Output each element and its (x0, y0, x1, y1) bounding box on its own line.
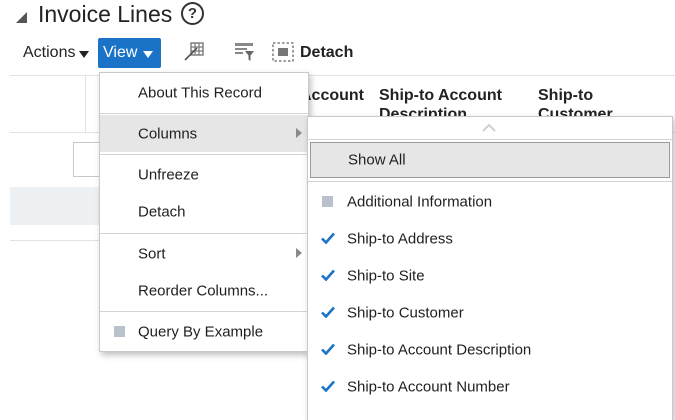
square-icon (114, 326, 125, 337)
menu-item-label: Columns (138, 125, 198, 142)
menu-separator (308, 181, 672, 182)
menu-item-unfreeze[interactable]: Unfreeze (100, 156, 308, 193)
unchecked-square-icon (322, 196, 333, 207)
menu-item-label: Unfreeze (138, 166, 199, 183)
actions-caret-icon[interactable] (79, 51, 89, 58)
detach-icon[interactable] (272, 42, 294, 62)
menu-separator (100, 113, 308, 114)
menu-item-ship-to-account-number[interactable]: Ship-to Account Number (308, 368, 672, 405)
menu-item-label: Reorder Columns... (138, 282, 269, 299)
view-menu-label[interactable]: View (103, 44, 137, 62)
menu-item-sort[interactable]: Sort (100, 235, 308, 272)
submenu-arrow-icon (296, 128, 302, 138)
menu-item-label: Additional Information (347, 193, 493, 210)
menu-item-additional-information[interactable]: Additional Information (308, 183, 672, 220)
menu-item-columns[interactable]: Columns (100, 115, 308, 152)
menu-item-label: Sort (138, 245, 166, 262)
view-menu: About This Record Columns Unfreeze Detac… (99, 72, 309, 352)
column-header-account[interactable]: Account (300, 86, 364, 105)
submenu-arrow-icon (296, 248, 302, 258)
menu-item-label: Ship-to Account Description (347, 341, 532, 358)
menu-item-ship-to-address[interactable]: Ship-to Address (308, 220, 672, 257)
menu-item-reorder-columns[interactable]: Reorder Columns... (100, 272, 308, 309)
menu-item-label: Ship-to Customer (347, 304, 464, 321)
menu-item-show-all[interactable]: Show All (310, 142, 670, 178)
table-row-divider (10, 240, 110, 241)
menu-item-label: Ship-to Address (347, 230, 453, 247)
checkmark-icon (321, 343, 335, 355)
checkmark-icon (321, 269, 335, 281)
menu-item-ship-to-account-description[interactable]: Ship-to Account Description (308, 331, 672, 368)
checkmark-icon (321, 232, 335, 244)
help-icon[interactable]: ? (181, 2, 204, 25)
menu-separator (100, 233, 308, 234)
actions-menu-button[interactable]: Actions (23, 44, 75, 62)
menu-separator (308, 139, 672, 140)
menu-separator (100, 311, 308, 312)
menu-item-label: Detach (138, 203, 186, 220)
menu-separator (100, 154, 308, 155)
menu-item-about-this-record[interactable]: About This Record (100, 75, 308, 111)
detach-button[interactable]: Detach (300, 44, 353, 62)
section-title: Invoice Lines (38, 1, 173, 27)
view-caret-icon[interactable] (143, 51, 153, 58)
menu-item-query-by-example[interactable]: Query By Example (100, 313, 308, 350)
menu-item-label: Show All (348, 151, 406, 169)
menu-item-detach[interactable]: Detach (100, 193, 308, 230)
menu-item-ship-to-customer[interactable]: Ship-to Customer (308, 294, 672, 331)
menu-item-label: Query By Example (138, 323, 264, 340)
collapse-triangle-icon[interactable] (16, 12, 27, 23)
columns-submenu: Show All Additional Information Ship-to … (307, 116, 673, 420)
checkmark-icon (321, 380, 335, 392)
filter-icon[interactable] (233, 42, 255, 62)
freeze-columns-icon[interactable] (183, 42, 205, 62)
menu-item-label: Ship-to Account Number (347, 378, 510, 395)
menu-item-label: About This Record (138, 84, 262, 102)
table-row-selected[interactable] (10, 187, 110, 225)
menu-item-ship-to-site[interactable]: Ship-to Site (308, 257, 672, 294)
checkmark-icon (321, 306, 335, 318)
scroll-up-icon[interactable] (482, 123, 496, 132)
menu-item-label: Ship-to Site (347, 267, 425, 284)
column-separator (85, 75, 86, 132)
